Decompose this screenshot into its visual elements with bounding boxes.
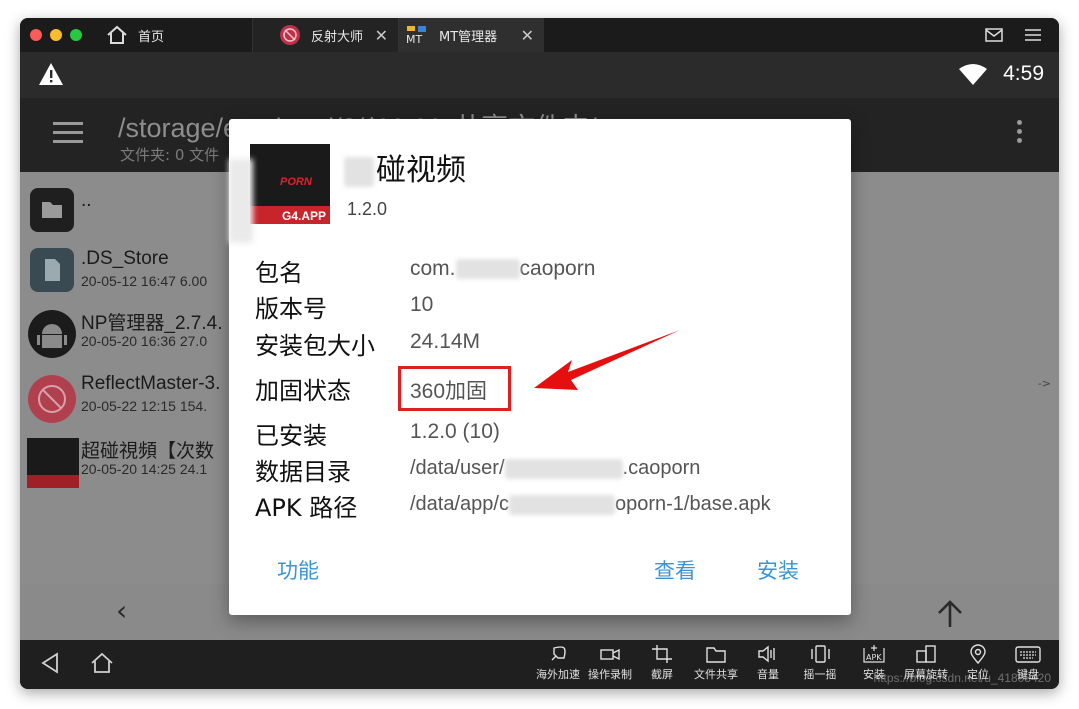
file-name: NP管理器_2.7.4.: [81, 313, 223, 334]
back-nav-icon[interactable]: [40, 652, 60, 674]
volume-icon: [758, 645, 775, 663]
host-title-actions: [985, 18, 1041, 52]
function-button[interactable]: 功能: [277, 555, 319, 585]
file-meta: 20-05-20 14:25 24.1: [81, 461, 208, 477]
path-summary: 文件夹: 0 文件: [120, 146, 220, 164]
hamburger-icon[interactable]: [53, 122, 83, 144]
package-size-value: 24.14M: [410, 330, 481, 353]
clock: 4:59: [1003, 62, 1044, 85]
file-icon: [30, 248, 74, 292]
installed-value: 1.2.0 (10): [410, 420, 500, 443]
data-directory-value: /data/user/.caoporn: [410, 457, 701, 479]
file-name: ReflectMaster-3.: [81, 373, 221, 394]
tab-mt-manager[interactable]: MT MT管理器 ✕: [398, 18, 544, 52]
version-code-value: 10: [410, 293, 434, 316]
protection-status-value: 360加固: [410, 380, 488, 403]
menu-icon[interactable]: [1025, 28, 1041, 42]
tool-label: 音量: [757, 668, 779, 681]
overseas-accelerate-button[interactable]: 海外加速: [530, 644, 586, 682]
package-name-value: com. caoporn: [410, 257, 596, 280]
window-controls: [30, 29, 82, 41]
wifi-icon: [959, 64, 987, 85]
crop-icon: [652, 645, 672, 663]
rocket-icon: [551, 646, 566, 661]
screenshot-button[interactable]: 截屏: [634, 644, 690, 682]
reflect-master-icon: [28, 375, 76, 423]
package-name-label: 包名: [255, 259, 303, 287]
package-size-label: 安装包大小: [255, 332, 375, 360]
svg-text:MT: MT: [406, 33, 422, 46]
tab-label: MT管理器: [439, 29, 498, 45]
apk-path-value: /data/app/c oporn-1/base.apk: [410, 493, 771, 515]
folder-icon: [30, 188, 74, 232]
install-button[interactable]: 安装: [757, 555, 799, 585]
tool-label: 截屏: [651, 668, 673, 681]
home-nav-icon[interactable]: [90, 652, 114, 674]
minimize-window-button[interactable]: [50, 29, 62, 41]
close-window-button[interactable]: [30, 29, 42, 41]
keyboard-icon: [1015, 646, 1041, 663]
tool-label: 海外加速: [536, 668, 580, 681]
apk-icon: APK: [863, 645, 885, 663]
file-meta: 20-05-12 16:47 6.00: [81, 273, 208, 289]
apk-thumbnail: [27, 438, 79, 488]
tool-label: 文件共享: [694, 668, 738, 681]
reflect-master-icon: [280, 25, 300, 45]
installed-label: 已安装: [255, 422, 327, 450]
maximize-window-button[interactable]: [70, 29, 82, 41]
file-share-button[interactable]: 文件共享: [688, 644, 744, 682]
app-icon-logo: PORN: [280, 176, 312, 188]
folder-icon: [706, 647, 726, 663]
app-name: 碰视频: [344, 145, 466, 189]
android-status-bar: 4:59: [20, 52, 1059, 98]
tab-home[interactable]: 首页: [106, 18, 252, 52]
file-name: ..: [81, 190, 92, 211]
android-icon: [28, 310, 76, 358]
annotation-arrow-icon: [534, 330, 680, 390]
apk-path-label: APK 路径: [255, 494, 358, 522]
app-icon-label: G4.APP: [281, 209, 326, 223]
close-tab-icon[interactable]: ✕: [521, 26, 534, 45]
location-icon: [970, 644, 986, 664]
mail-icon[interactable]: [985, 28, 1003, 42]
data-directory-label: 数据目录: [255, 458, 351, 486]
app-icon: PORN G4.APP: [250, 144, 330, 224]
chevron-left-icon[interactable]: ‹: [116, 594, 127, 627]
more-options-icon[interactable]: [1017, 120, 1023, 147]
tab-label: 反射大师: [311, 29, 364, 45]
view-button[interactable]: 查看: [654, 555, 696, 585]
file-meta: 20-05-22 12:15 154.: [81, 398, 208, 414]
app-version: 1.2.0: [347, 199, 388, 219]
volume-button[interactable]: 音量: [740, 644, 796, 682]
file-meta: 20-05-20 16:36 27.0: [81, 333, 208, 349]
redaction-blur: [229, 159, 253, 243]
video-icon: [600, 648, 620, 661]
watermark: https://blog.csdn.net/u_41808420: [873, 671, 1051, 685]
home-icon: [107, 25, 127, 44]
file-name: 超碰視頻【次数: [81, 441, 215, 462]
tool-label: 摇一摇: [803, 668, 837, 681]
record-button[interactable]: 操作录制: [582, 644, 638, 682]
tab-reflect-master[interactable]: 反射大师 ✕: [252, 18, 398, 52]
file-name: .DS_Store: [81, 248, 169, 269]
protection-status-label: 加固状态: [255, 377, 351, 405]
rotate-icon: [916, 645, 936, 663]
version-code-label: 版本号: [255, 295, 327, 323]
svg-text:APK: APK: [866, 653, 882, 662]
shake-button[interactable]: 摇一摇: [792, 644, 848, 682]
warning-icon: [39, 63, 63, 85]
shake-icon: [811, 645, 830, 663]
side-arrow: ->: [1037, 377, 1051, 390]
tool-label: 操作录制: [588, 668, 632, 681]
tab-label: 首页: [138, 29, 165, 45]
arrow-up-icon[interactable]: [937, 600, 963, 628]
close-tab-icon[interactable]: ✕: [375, 26, 388, 45]
mt-manager-icon: MT: [406, 25, 428, 46]
emulator-toolbar: 海外加速 操作录制 截屏 文件共享 音量 摇一摇 APK 安装 屏幕旋转 定位 …: [20, 640, 1059, 689]
